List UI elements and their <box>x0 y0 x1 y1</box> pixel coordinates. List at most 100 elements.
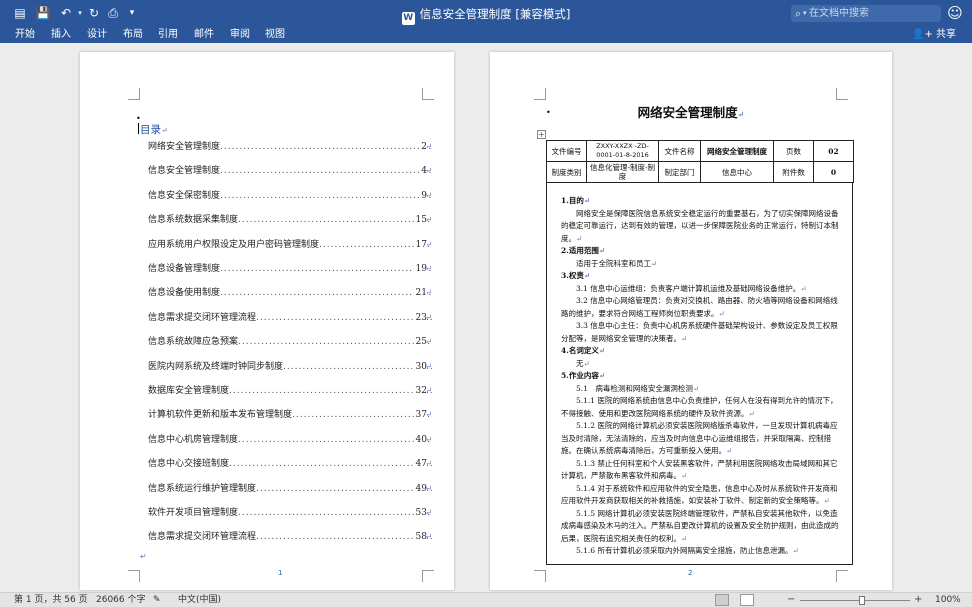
zoom-slider-track[interactable] <box>800 600 910 601</box>
toc-entry[interactable]: 计算机软件更新和版本发布管理制度........................… <box>148 409 432 422</box>
toc-entry[interactable]: 信息设备使用制度................................… <box>148 287 432 300</box>
toc-entry[interactable]: 软件开发项目管理制度..............................… <box>148 507 432 519</box>
paragraph-mark: ↵ <box>576 233 583 243</box>
toc-entry[interactable]: 信息安全管理制度................................… <box>148 165 432 178</box>
toc-entry-title: 计算机软件更新和版本发布管理制度 <box>148 410 293 421</box>
search-input[interactable]: ⌕ ▾ 在文档中搜索 <box>791 5 941 22</box>
word-app-icon: W <box>401 12 415 25</box>
paragraph-mark: ↵ <box>161 126 168 135</box>
paragraph-text: 5.1.1 医院的网络系统由信息中心负责维护，任何人在没有得到允许的情况下，不得… <box>561 396 838 418</box>
paragraph-mark: ↵ <box>692 383 700 393</box>
toc-entry[interactable]: 信息系统数据采集制度..............................… <box>148 214 432 227</box>
status-bar: 第 1 页，共 56 页 26066 个字 ✎ 中文(中国) − + 100% <box>0 592 972 607</box>
toc-entry[interactable]: 医院内网系统及终端时钟同步制度.........................… <box>148 360 432 373</box>
paragraph-mark: ↵ <box>726 446 733 455</box>
tab-layout[interactable]: 布局 <box>123 28 143 42</box>
body-paragraph: 3.3 信息中心主任：负责中心机房系统硬件基础架构设计、参数设定及员工权限分配等… <box>561 320 843 345</box>
tab-view[interactable]: 视图 <box>265 28 285 42</box>
toc-entry[interactable]: 信息设备管理制度................................… <box>148 263 432 275</box>
toc-heading: 目录↵ <box>138 122 168 137</box>
word-count[interactable]: 26066 个字 <box>96 594 146 607</box>
paragraph-mark: ↵ <box>425 508 432 517</box>
toc-entry-title: 信息安全保密制度 <box>148 190 221 201</box>
page-2[interactable]: • 网络安全管理制度↵ + 文件编号 ZXXY-XXZX -ZD-0001-01… <box>490 52 892 590</box>
paragraph-text: 3.2 信息中心网络管理员：负责对交换机、路由器、防火墙等网络设备和网络线路的维… <box>561 296 838 318</box>
meta-value-department: 信息中心 <box>700 161 774 183</box>
zoom-in-button[interactable]: + <box>914 593 922 607</box>
paragraph-mark: ↵ <box>681 471 688 480</box>
paragraph-text: 1.目的 <box>561 196 584 205</box>
paragraph-mark: ↵ <box>140 552 147 561</box>
paragraph-mark: ↵ <box>425 239 432 249</box>
meta-value-file-name: 网络安全管理制度 <box>700 140 774 162</box>
tab-review[interactable]: 审阅 <box>230 28 250 42</box>
meta-label-file-number: 文件编号 <box>546 140 587 162</box>
body-paragraph: 5.1.5 网络计算机必须安装医院终端管理软件，严禁私自安装其他软件，以免造成病… <box>561 508 843 546</box>
share-button[interactable]: 👤+ 共享 <box>912 28 956 42</box>
toc-entry[interactable]: 信息系统运行维护管理制度............................… <box>148 482 432 495</box>
table-move-handle-icon[interactable]: + <box>537 130 546 139</box>
toc-entry[interactable]: 信息安全保密制度................................… <box>148 189 432 202</box>
toc-entry[interactable]: 信息中心机房管理制度..............................… <box>148 433 432 446</box>
toc-heading-text: 目录 <box>140 124 161 136</box>
paragraph-text: 2.适用范围 <box>561 246 599 255</box>
toc-entry[interactable]: 应用系统用户权限设定及用户密码管理制度.....................… <box>148 238 432 251</box>
paragraph-mark: ↵ <box>425 312 432 322</box>
paragraph-mark: ↵ <box>425 386 432 395</box>
zoom-out-button[interactable]: − <box>787 593 795 607</box>
toc-entry[interactable]: 信息中心交接班制度...............................… <box>148 458 432 471</box>
section-heading: 4.名词定义↵ <box>561 345 843 358</box>
toc-entry[interactable]: 信息系统故障应急预案..............................… <box>148 336 432 349</box>
body-paragraph: 5.1.6 所有计算机必须采取内外网隔离安全措施，防止信息泄漏。↵ <box>561 545 843 558</box>
toc-leader-dots: ........................................… <box>220 288 432 299</box>
toc-leader-dots: ........................................… <box>220 190 432 201</box>
toc-entry-title: 信息中心机房管理制度 <box>148 434 239 445</box>
body-paragraph: 3.2 信息中心网络管理员：负责对交换机、路由器、防火墙等网络设备和网络线路的维… <box>561 295 843 320</box>
tab-insert[interactable]: 插入 <box>51 28 71 42</box>
search-dropdown-icon: ▾ <box>803 9 807 17</box>
web-layout-view-button[interactable] <box>740 594 754 606</box>
toc-entry-title: 信息需求提交闭环管理流程 <box>148 312 257 323</box>
margin-corner <box>422 88 434 100</box>
proofing-icon[interactable]: ✎ <box>153 594 161 607</box>
body-paragraph: 5.1.3 禁止任何科室和个人安装黑客软件，严禁利用医院网络攻击局域网和其它计算… <box>561 458 843 483</box>
paragraph-mark: ↵ <box>792 546 799 555</box>
toc-entry-title: 信息设备管理制度 <box>148 264 221 274</box>
paragraph-mark: ↵ <box>425 361 432 371</box>
toc-entry[interactable]: 信息需求提交闭环管理流程............................… <box>148 531 432 544</box>
toc-entry-title: 应用系统用户权限设定及用户密码管理制度 <box>148 239 320 250</box>
toc-leader-dots: ........................................… <box>238 337 432 348</box>
margin-corner <box>422 570 434 582</box>
toc-entry[interactable]: 网络安全管理制度................................… <box>148 141 432 153</box>
text-cursor <box>138 123 139 134</box>
page-info[interactable]: 第 1 页，共 56 页 <box>14 594 88 607</box>
paragraph-mark: ↵ <box>583 271 591 280</box>
toc-entry[interactable]: 信息需求提交闭环管理流程............................… <box>148 311 432 324</box>
tab-home[interactable]: 开始 <box>15 28 35 42</box>
toc-entry[interactable]: 数据库安全管理制度...............................… <box>148 385 432 397</box>
toc-entry-title: 信息设备使用制度 <box>148 288 221 299</box>
body-paragraph: 5.1.4 对于系统软件和应用软件的安全隐患，信息中心及时从系统软件开发商和应用… <box>561 483 843 508</box>
language[interactable]: 中文(中国) <box>178 594 221 607</box>
print-layout-view-button[interactable] <box>715 594 729 606</box>
paragraph-mark: ↵ <box>425 483 432 493</box>
paragraph-text: 5.1.2 医院的网络计算机必须安装医院网络版杀毒软件，一旦发现计算机病毒应当及… <box>561 421 838 455</box>
zoom-slider-thumb[interactable] <box>858 596 865 605</box>
margin-corner <box>534 570 546 582</box>
paragraph-mark: ↵ <box>425 215 432 225</box>
toc-entry-title: 医院内网系统及终端时钟同步制度 <box>148 361 284 372</box>
tab-design[interactable]: 设计 <box>87 28 107 42</box>
tab-mailings[interactable]: 邮件 <box>194 28 214 42</box>
zoom-level[interactable]: 100% <box>935 594 961 607</box>
toc-leader-dots: ........................................… <box>238 434 432 445</box>
margin-corner <box>836 570 848 582</box>
smiley-icon[interactable]: ☺ <box>946 4 964 22</box>
section-heading: 5.作业内容↵ <box>561 370 843 383</box>
paragraph-text: 5.1.3 禁止任何科室和个人安装黑客软件，严禁利用医院网络攻击局域网和其它计算… <box>561 458 838 481</box>
tab-references[interactable]: 引用 <box>158 28 178 42</box>
page-1[interactable]: • 目录↵ 网络安全管理制度..........................… <box>80 52 454 590</box>
paragraph-mark: ↵ <box>651 258 658 268</box>
paragraph-mark: ↵ <box>681 533 688 543</box>
paragraph-text: 4.名词定义 <box>561 346 599 355</box>
section-heading: 2.适用范围↵ <box>561 245 843 258</box>
